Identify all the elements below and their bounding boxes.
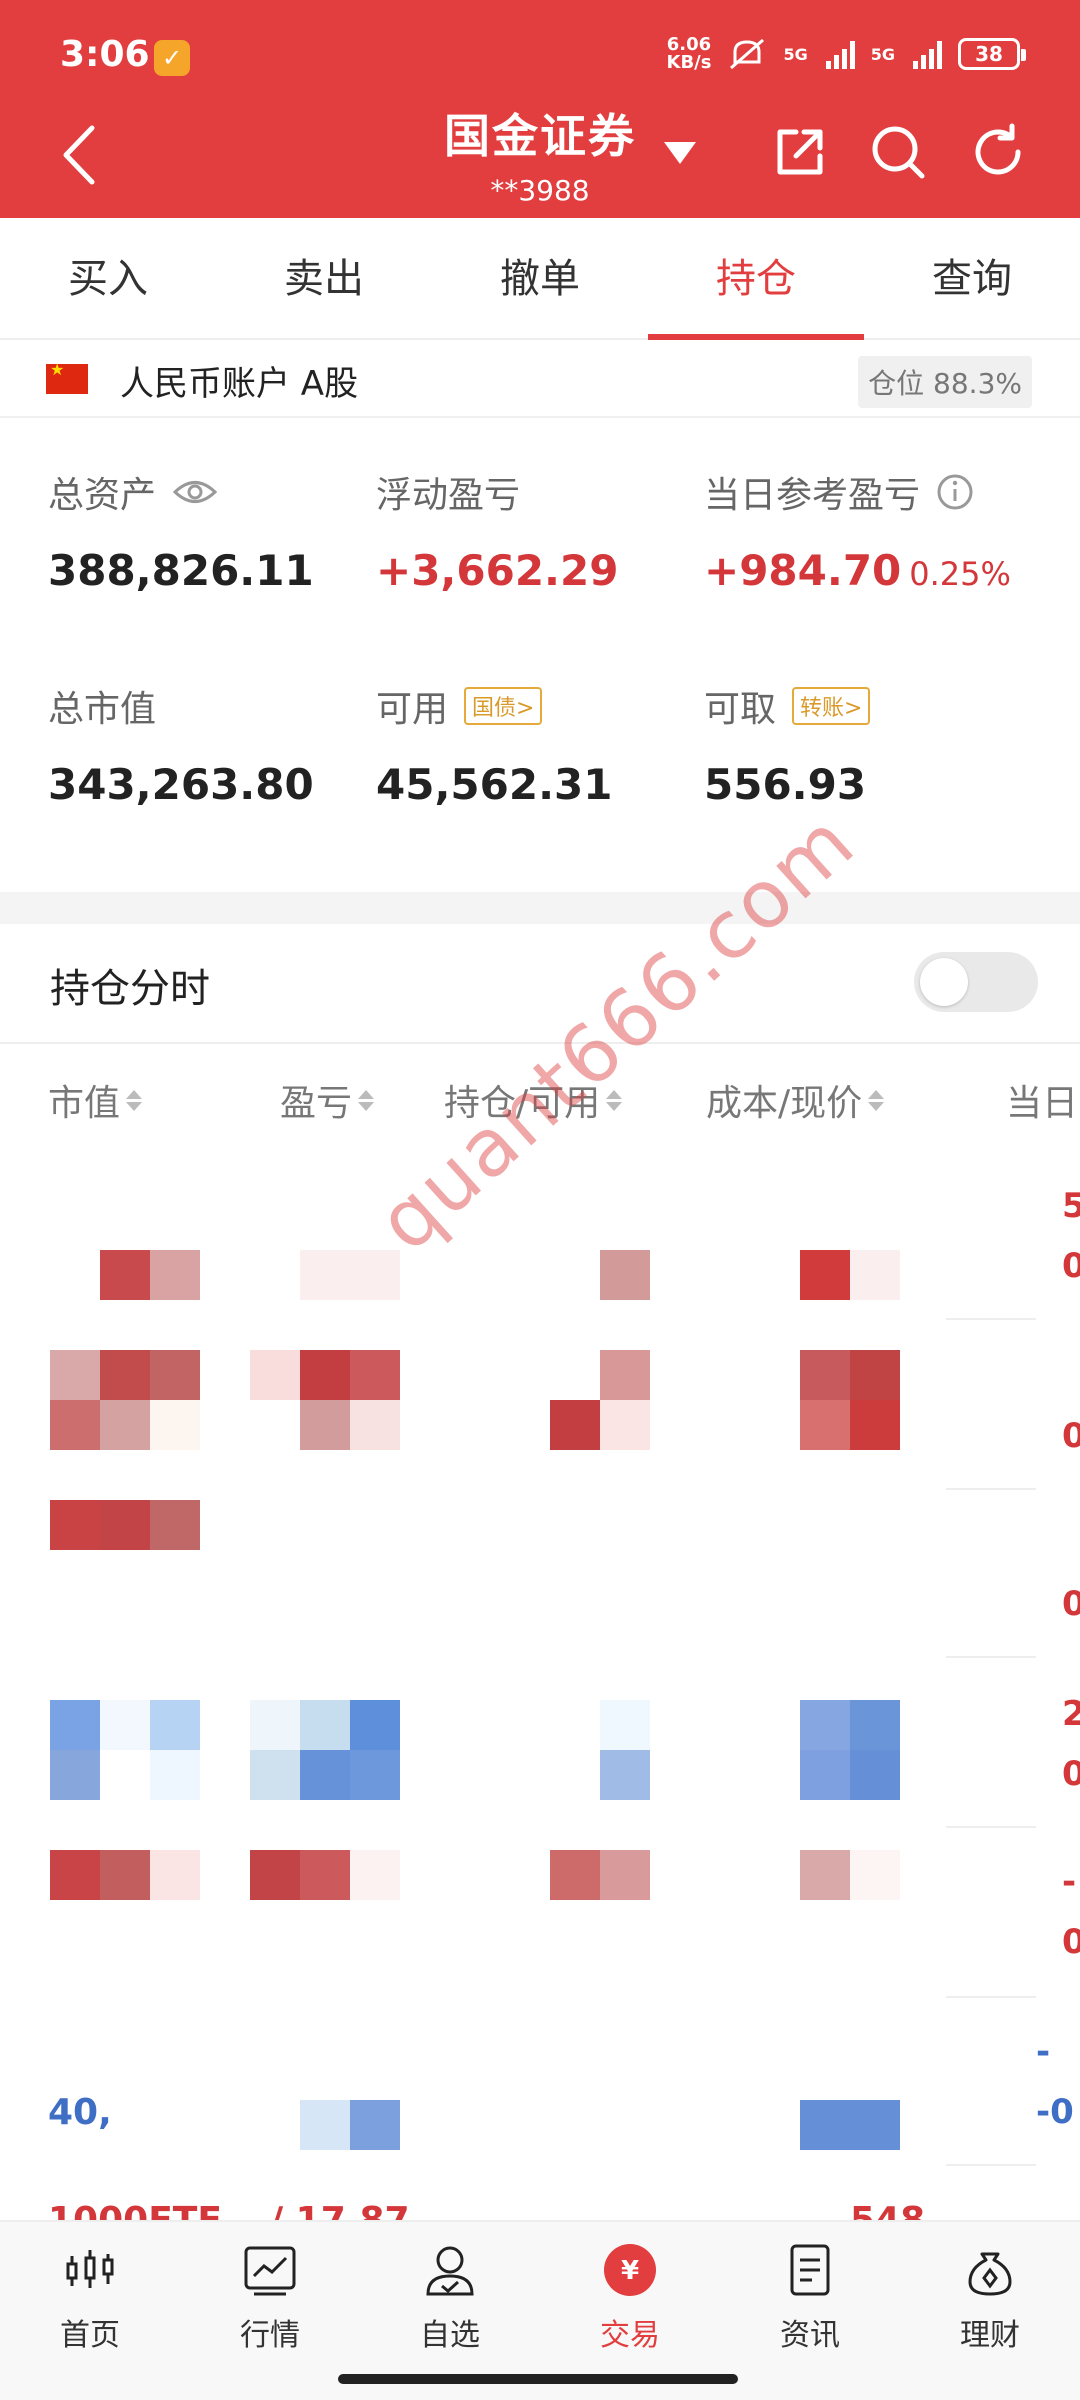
refresh-icon[interactable] xyxy=(968,122,1028,182)
share-icon[interactable] xyxy=(770,122,830,182)
daily-change-value: 0 xyxy=(1062,1246,1080,1286)
sim1-label: 5G xyxy=(783,44,808,64)
tab-cancel-order[interactable]: 撤单 xyxy=(432,218,648,338)
china-flag-icon xyxy=(46,360,88,394)
total-assets-label: 总资产 xyxy=(48,475,157,516)
daily-change-value: 0 xyxy=(1062,1754,1080,1794)
row-divider xyxy=(946,1488,1036,1490)
daily-pl-label: 当日参考盈亏 xyxy=(704,475,921,516)
row-divider xyxy=(946,1656,1036,1658)
svg-text:¥: ¥ xyxy=(621,2256,639,2286)
bottom-nav-trade[interactable]: ¥ 交易 xyxy=(570,2242,690,2354)
status-indicators: 6.06 KB/s 5G 5G 38 xyxy=(666,34,1026,73)
battery-icon: 38 xyxy=(958,38,1026,70)
market-value: 总市值 343,263.80 xyxy=(48,680,314,809)
available-label: 可用 xyxy=(376,689,449,730)
trade-tabs: 买入 卖出 撤单 持仓 查询 xyxy=(0,218,1080,340)
info-icon[interactable] xyxy=(936,473,974,511)
floating-pl-label: 浮动盈亏 xyxy=(376,475,521,516)
column-header-cost-price[interactable]: 成本/现价 xyxy=(706,1074,885,1126)
tab-sell[interactable]: 卖出 xyxy=(216,218,432,338)
intraday-holdings-title: 持仓分时 xyxy=(50,966,210,1012)
app-header: 3:06 ✓ 6.06 KB/s 5G 5G 38 国金证券 **3988 xyxy=(0,0,1080,218)
daily-change-value: - xyxy=(1062,1862,1077,1902)
row-divider xyxy=(946,1996,1036,1998)
sort-icon xyxy=(126,1089,143,1111)
market-value-value: 343,263.80 xyxy=(48,760,314,809)
home-indicator[interactable] xyxy=(338,2374,738,2384)
daily-change-value: 0 xyxy=(1062,1416,1080,1456)
row-divider xyxy=(946,1826,1036,1828)
column-header-daily[interactable]: 当日 xyxy=(1006,1074,1078,1126)
treasury-bond-link[interactable]: 国债> xyxy=(464,687,543,725)
daily-pl-value: +984.70 xyxy=(704,546,902,595)
bottom-navigation: 首页 行情 自选 ¥ 交易 资讯 理财 xyxy=(0,2220,1080,2400)
daily-change-value: 0 xyxy=(1062,1922,1080,1962)
transfer-link[interactable]: 转账> xyxy=(792,687,871,725)
tab-holdings[interactable]: 持仓 xyxy=(648,218,864,340)
document-icon xyxy=(790,2244,830,2296)
eye-icon[interactable] xyxy=(172,477,218,507)
obscured-holdings-mosaic xyxy=(50,1250,900,2150)
section-divider xyxy=(0,892,1080,924)
daily-change-value: 2 xyxy=(1062,1694,1080,1734)
daily-pl-value-wrap: +984.70 0.25% xyxy=(704,546,1011,595)
tab-query[interactable]: 查询 xyxy=(864,218,1080,338)
status-time: 3:06 xyxy=(60,34,150,75)
position-ratio-badge: 仓位 88.3% xyxy=(858,356,1032,408)
row-divider xyxy=(946,2164,1036,2166)
money-bag-icon xyxy=(968,2252,1012,2296)
account-label: 人民币账户 A股 xyxy=(120,364,359,404)
total-assets-value: 388,826.11 xyxy=(48,546,314,595)
available-funds: 可用 国债> 45,562.31 xyxy=(376,680,612,809)
bottom-nav-home[interactable]: 首页 xyxy=(30,2242,150,2354)
holding-market-value-partial: 40, xyxy=(48,2092,112,2133)
row-divider xyxy=(946,1318,1036,1320)
sim2-label: 5G xyxy=(870,44,895,64)
search-icon[interactable] xyxy=(868,122,928,182)
daily-pl-percent: 0.25% xyxy=(909,555,1011,593)
market-value-label: 总市值 xyxy=(48,689,157,730)
tab-buy[interactable]: 买入 xyxy=(0,218,216,338)
daily-change-value: 5 xyxy=(1062,1186,1080,1226)
withdrawable-value: 556.93 xyxy=(704,760,867,809)
total-assets: 总资产 388,826.11 xyxy=(48,466,314,595)
column-header-pl[interactable]: 盈亏 xyxy=(280,1074,375,1126)
signal-icon xyxy=(913,39,942,69)
candlestick-icon xyxy=(66,2250,114,2288)
yuan-circle-icon: ¥ xyxy=(604,2244,656,2296)
floating-pl: 浮动盈亏 +3,662.29 xyxy=(376,466,618,595)
withdrawable-funds: 可取 转账> 556.93 xyxy=(704,680,871,809)
page-title: 国金证券 xyxy=(444,109,636,163)
withdrawable-label: 可取 xyxy=(704,689,777,730)
available-value: 45,562.31 xyxy=(376,760,613,809)
sort-icon xyxy=(868,1089,885,1111)
signal-icon xyxy=(825,39,855,69)
intraday-toggle[interactable] xyxy=(914,952,1038,1012)
bottom-nav-market[interactable]: 行情 xyxy=(210,2242,330,2354)
column-header-market-value[interactable]: 市值 xyxy=(48,1074,143,1126)
user-check-icon xyxy=(426,2246,474,2296)
bottom-nav-news[interactable]: 资讯 xyxy=(750,2242,870,2354)
bottom-nav-wealth[interactable]: 理财 xyxy=(930,2242,1050,2354)
chart-line-icon xyxy=(244,2246,296,2296)
sort-icon xyxy=(358,1089,375,1111)
chevron-down-icon[interactable] xyxy=(664,142,696,164)
daily-change-value: - xyxy=(1036,2032,1051,2072)
account-row[interactable]: 人民币账户 A股 仓位 88.3% xyxy=(0,342,1080,418)
net-speed: 6.06 KB/s xyxy=(666,34,712,73)
notification-app-icon: ✓ xyxy=(154,40,190,76)
daily-change-value: 0 xyxy=(1062,1584,1080,1624)
daily-change-value: -0 xyxy=(1036,2092,1074,2132)
daily-pl: 当日参考盈亏 +984.70 0.25% xyxy=(704,466,1011,595)
floating-pl-value: +3,662.29 xyxy=(376,546,619,595)
mute-bell-icon xyxy=(730,38,765,70)
bottom-nav-watchlist[interactable]: 自选 xyxy=(390,2242,510,2354)
